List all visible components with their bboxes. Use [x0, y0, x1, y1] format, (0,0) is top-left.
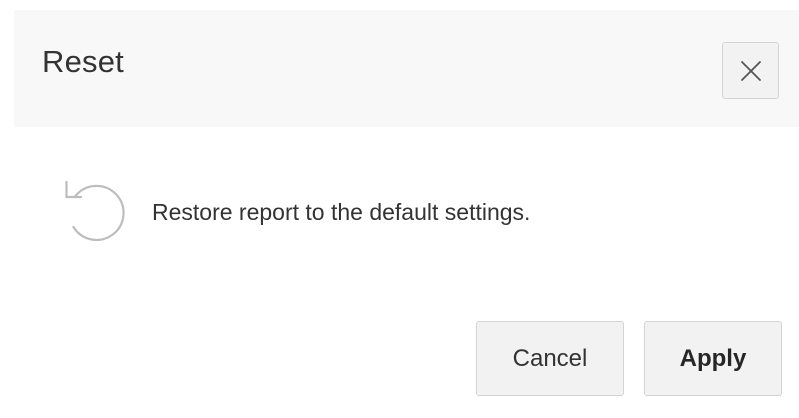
dialog-title: Reset: [42, 44, 124, 79]
cancel-button[interactable]: Cancel: [476, 321, 624, 396]
close-icon: [740, 60, 762, 82]
close-button[interactable]: [722, 42, 779, 99]
reset-icon: [60, 175, 126, 241]
dialog-header: Reset: [14, 10, 799, 127]
apply-button[interactable]: Apply: [644, 321, 782, 396]
reset-dialog: Reset Restore report to the default sett…: [0, 0, 799, 418]
dialog-body: Restore report to the default settings.: [0, 127, 799, 287]
reset-message: Restore report to the default settings.: [152, 199, 531, 225]
